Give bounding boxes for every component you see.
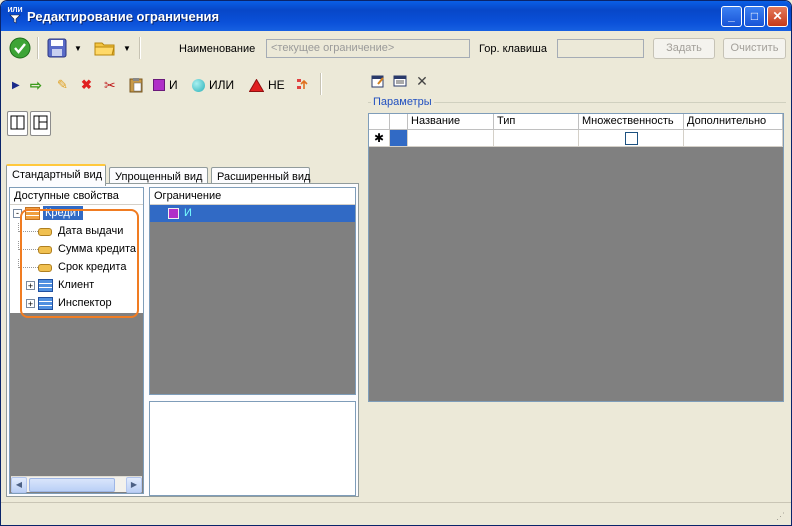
and-icon: [153, 79, 165, 91]
arrow-right-icon: ⇨: [30, 76, 42, 93]
dropdown-arrow-icon: ▼: [74, 43, 82, 53]
multiplicity-checkbox[interactable]: [625, 132, 638, 145]
pane-splitter[interactable]: [361, 69, 365, 499]
hotkey-input[interactable]: [557, 39, 644, 58]
resize-grip-icon[interactable]: ⋰: [776, 510, 788, 522]
scroll-thumb[interactable]: [29, 478, 115, 492]
save-icon: [47, 38, 67, 58]
pencil-icon: ✎: [57, 77, 68, 92]
paste-button[interactable]: [129, 77, 143, 93]
save-button[interactable]: [44, 36, 70, 60]
cell-additional[interactable]: [684, 130, 783, 147]
scroll-left-button[interactable]: ◀: [11, 477, 27, 493]
move-button[interactable]: [296, 77, 312, 93]
cell-name[interactable]: [408, 130, 494, 147]
cell-multiplicity[interactable]: [579, 130, 684, 147]
grid-indicator-header: [390, 114, 408, 130]
arrow-left-icon: ◀: [15, 480, 23, 489]
horizontal-scrollbar[interactable]: ◀ ▶: [11, 476, 142, 493]
tree-header: Доступные свойства: [10, 188, 143, 205]
run-button[interactable]: ▶: [12, 77, 20, 93]
move-icon: [297, 79, 308, 89]
or-icon: [192, 78, 205, 92]
properties-icon: [393, 75, 407, 87]
new-row-marker: ✱: [369, 130, 390, 147]
ok-button[interactable]: [8, 36, 32, 60]
open-button[interactable]: [92, 36, 118, 60]
add-param-button[interactable]: [369, 73, 387, 89]
constraint-header: Ограничение: [150, 188, 355, 205]
constraint-text-area[interactable]: [149, 401, 356, 496]
layout-split-right-button[interactable]: [30, 111, 51, 136]
delete-param-button[interactable]: ✕: [413, 73, 431, 89]
layout-split-left-button[interactable]: [7, 111, 28, 136]
delete-button[interactable]: ✖: [81, 77, 92, 93]
constraint-item-and[interactable]: И: [150, 205, 355, 222]
cut-button[interactable]: ✂: [104, 77, 116, 93]
cut-icon: ✂: [104, 76, 116, 93]
name-input[interactable]: <текущее ограничение>: [266, 39, 470, 58]
and-icon: [168, 208, 179, 219]
arrow-right-icon: ▶: [130, 480, 138, 489]
main-toolbar: ▼ ▼ Наименование <текущее ограничение> Г…: [4, 33, 789, 63]
highlight-annotation: [20, 209, 139, 318]
close-icon: ✕: [772, 9, 783, 23]
params-legend: Параметры: [371, 96, 434, 108]
or-button[interactable]: ИЛИ: [192, 77, 234, 93]
app-icon-text: ИЛИ: [7, 7, 23, 14]
split-layout-icon: [33, 115, 48, 130]
toolbar-separator: [320, 73, 322, 95]
cell-type[interactable]: [494, 130, 579, 147]
split-layout-icon: [10, 115, 25, 130]
constraint-tree[interactable]: Ограничение И: [149, 187, 356, 395]
window-title: Редактирование ограничения: [27, 9, 220, 24]
editor-toolbar: ▶ ⇨ ✎ ✖ ✂ И ИЛИ НЕ: [6, 71, 358, 99]
column-header-additional[interactable]: Дополнительно: [684, 114, 783, 130]
open-dropdown-button[interactable]: ▼: [121, 36, 133, 60]
name-label: Наименование: [179, 43, 256, 55]
edit-button[interactable]: ✎: [57, 77, 68, 93]
minimize-button[interactable]: _: [721, 6, 742, 27]
not-button[interactable]: НЕ: [249, 77, 285, 93]
window: ИЛИ Редактирование ограничения _ □ ✕ ▼ ▼…: [0, 0, 792, 526]
column-header-type[interactable]: Тип: [494, 114, 579, 130]
title-bar[interactable]: ИЛИ Редактирование ограничения _ □ ✕: [1, 1, 791, 31]
toolbar-separator: [139, 37, 141, 59]
toolbar-separator: [37, 37, 39, 59]
play-icon: ▶: [12, 79, 20, 91]
not-icon: [249, 78, 264, 92]
app-icon: ИЛИ: [7, 7, 23, 25]
and-button[interactable]: И: [153, 77, 178, 93]
column-header-name[interactable]: Название: [408, 114, 494, 130]
maximize-button[interactable]: □: [744, 6, 765, 27]
minimize-icon: _: [728, 9, 735, 23]
hotkey-label: Гор. клавиша: [479, 43, 547, 55]
params-grid[interactable]: Название Тип Множественность Дополнитель…: [368, 113, 784, 402]
save-dropdown-button[interactable]: ▼: [72, 36, 84, 60]
scroll-right-button[interactable]: ▶: [126, 477, 142, 493]
tab-standard-view[interactable]: Стандартный вид: [6, 164, 106, 186]
move-right-button[interactable]: ⇨: [30, 77, 42, 93]
delete-icon: ✕: [416, 72, 428, 89]
or-label: ИЛИ: [209, 78, 235, 92]
and-label: И: [169, 78, 178, 92]
status-bar: ⋰: [1, 502, 791, 525]
edit-param-icon: [371, 75, 384, 88]
column-header-multiplicity[interactable]: Множественность: [579, 114, 684, 130]
close-button[interactable]: ✕: [767, 6, 788, 27]
not-label: НЕ: [268, 78, 285, 92]
maximize-icon: □: [750, 9, 759, 23]
constraint-item-label: И: [184, 207, 192, 219]
grid-corner-header: [369, 114, 390, 130]
set-button[interactable]: Задать: [653, 38, 715, 59]
folder-icon: [94, 42, 115, 56]
clear-button[interactable]: Очистить: [723, 38, 786, 59]
dropdown-arrow-icon: ▼: [123, 43, 131, 53]
row-indicator[interactable]: [390, 130, 408, 147]
properties-param-button[interactable]: [391, 73, 409, 89]
paste-icon: [129, 78, 143, 93]
ok-icon: [9, 37, 31, 59]
delete-icon: ✖: [81, 77, 92, 92]
